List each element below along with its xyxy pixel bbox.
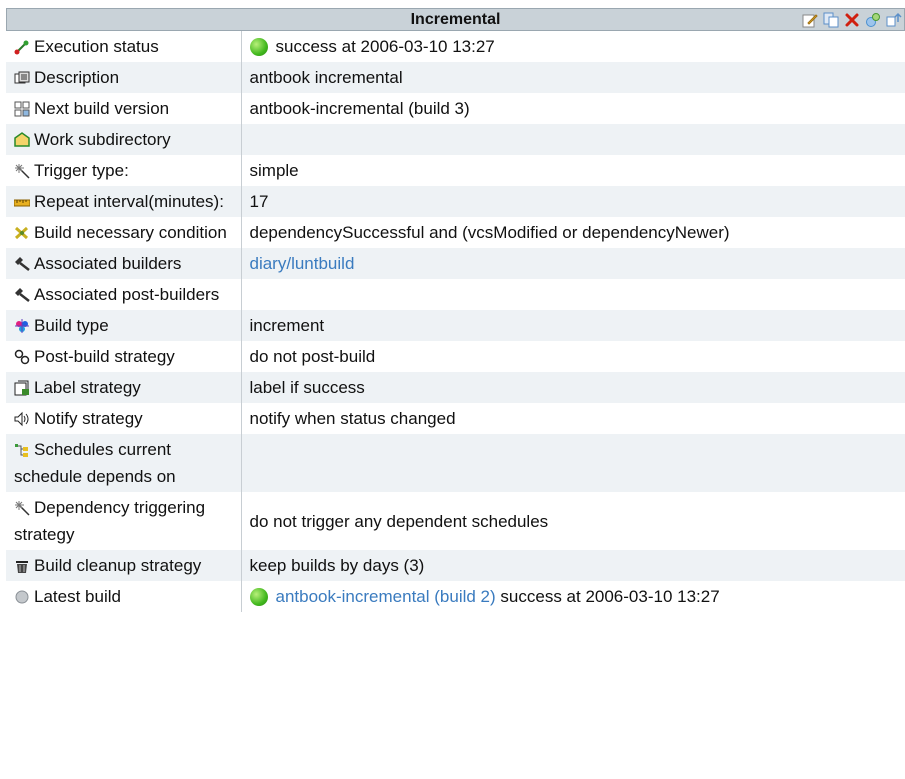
- row-label: Next build version: [34, 99, 170, 118]
- trash-icon: [14, 558, 30, 574]
- row-trigger-type: Trigger type: simple: [6, 155, 905, 186]
- row-value: notify when status changed: [249, 409, 456, 428]
- row-label: Schedules current schedule depends on: [14, 440, 176, 486]
- row-notify-strategy: Notify strategy notify when status chang…: [6, 403, 905, 434]
- row-value: dependencySuccessful and (vcsModified or…: [249, 223, 730, 242]
- row-label: Dependency triggering strategy: [14, 498, 206, 544]
- row-label: Associated post-builders: [34, 285, 220, 304]
- row-value: increment: [249, 316, 325, 335]
- row-next-build-version: Next build version antbook-incremental (…: [6, 93, 905, 124]
- version-icon: [14, 101, 30, 117]
- label-icon: [14, 380, 30, 396]
- panel-title: Incremental: [410, 11, 501, 28]
- hammer-icon: [14, 287, 30, 303]
- status-icon: [14, 39, 30, 55]
- row-dependency-triggering-strategy: Dependency triggering strategy do not tr…: [6, 492, 905, 550]
- success-status-icon: [249, 38, 268, 56]
- row-work-subdirectory: Work subdirectory: [6, 124, 905, 155]
- row-label: Execution status: [34, 37, 159, 56]
- trigger-icon: [14, 500, 30, 516]
- ruler-icon: [14, 194, 30, 210]
- row-schedules-depends-on: Schedules current schedule depends on: [6, 434, 905, 492]
- row-value: keep builds by days (3): [249, 556, 425, 575]
- associated-builder-link[interactable]: diary/luntbuild: [250, 254, 355, 273]
- row-build-necessary-condition: Build necessary condition dependencySucc…: [6, 217, 905, 248]
- hammer-icon: [14, 256, 30, 272]
- row-value: label if success: [249, 378, 365, 397]
- row-label: Notify strategy: [34, 409, 143, 428]
- row-label: Description: [34, 68, 120, 87]
- row-execution-status: Execution status success at 2006-03-10 1…: [6, 31, 905, 62]
- copy-icon[interactable]: [822, 11, 839, 28]
- row-description: Description antbook incremental: [6, 62, 905, 93]
- row-label: Associated builders: [34, 254, 182, 273]
- row-value: simple: [249, 161, 299, 180]
- row-associated-builders: Associated builders diary/luntbuild: [6, 248, 905, 279]
- speaker-icon: [14, 411, 30, 427]
- row-label: Trigger type:: [34, 161, 129, 180]
- row-latest-build: Latest build antbook-incremental (build …: [6, 581, 905, 612]
- gears-icon: [14, 349, 30, 365]
- row-value: success at 2006-03-10 13:27: [500, 587, 720, 606]
- row-label: Build cleanup strategy: [34, 556, 202, 575]
- row-label: Label strategy: [34, 378, 141, 397]
- success-status-icon: [249, 588, 268, 606]
- latest-build-icon: [14, 589, 30, 605]
- row-value: success at 2006-03-10 13:27: [275, 37, 495, 56]
- row-label: Repeat interval(minutes):: [34, 192, 224, 211]
- build-icon[interactable]: [864, 11, 881, 28]
- row-value: 17: [249, 192, 269, 211]
- row-build-type: Build type increment: [6, 310, 905, 341]
- trigger-icon: [14, 163, 30, 179]
- row-label: Latest build: [34, 587, 121, 606]
- schedule-icon: [14, 442, 30, 458]
- row-repeat-interval: Repeat interval(minutes): 17: [6, 186, 905, 217]
- description-icon: [14, 70, 30, 86]
- row-associated-post-builders: Associated post-builders: [6, 279, 905, 310]
- edit-icon[interactable]: [801, 11, 818, 28]
- schedule-properties-table: Execution status success at 2006-03-10 1…: [6, 31, 905, 612]
- schedule-panel: Incremental Execution status success at …: [0, 0, 905, 779]
- row-label: Work subdirectory: [34, 130, 171, 149]
- row-value: do not trigger any dependent schedules: [249, 511, 549, 531]
- row-post-build-strategy: Post-build strategy do not post-build: [6, 341, 905, 372]
- build-type-icon: [14, 318, 30, 334]
- row-value: do not post-build: [249, 347, 376, 366]
- panel-header: Incremental: [6, 8, 905, 31]
- row-label: Build necessary condition: [34, 223, 227, 242]
- panel-toolbar: [801, 11, 902, 28]
- row-value: antbook-incremental (build 3): [249, 99, 470, 118]
- row-value: antbook incremental: [249, 68, 403, 87]
- condition-icon: [14, 225, 30, 241]
- move-icon[interactable]: [885, 11, 902, 28]
- delete-icon[interactable]: [843, 11, 860, 28]
- row-build-cleanup-strategy: Build cleanup strategy keep builds by da…: [6, 550, 905, 581]
- folder-icon: [14, 132, 30, 148]
- latest-build-link[interactable]: antbook-incremental (build 2): [276, 587, 496, 606]
- row-label: Post-build strategy: [34, 347, 175, 366]
- row-label-strategy: Label strategy label if success: [6, 372, 905, 403]
- row-label: Build type: [34, 316, 109, 335]
